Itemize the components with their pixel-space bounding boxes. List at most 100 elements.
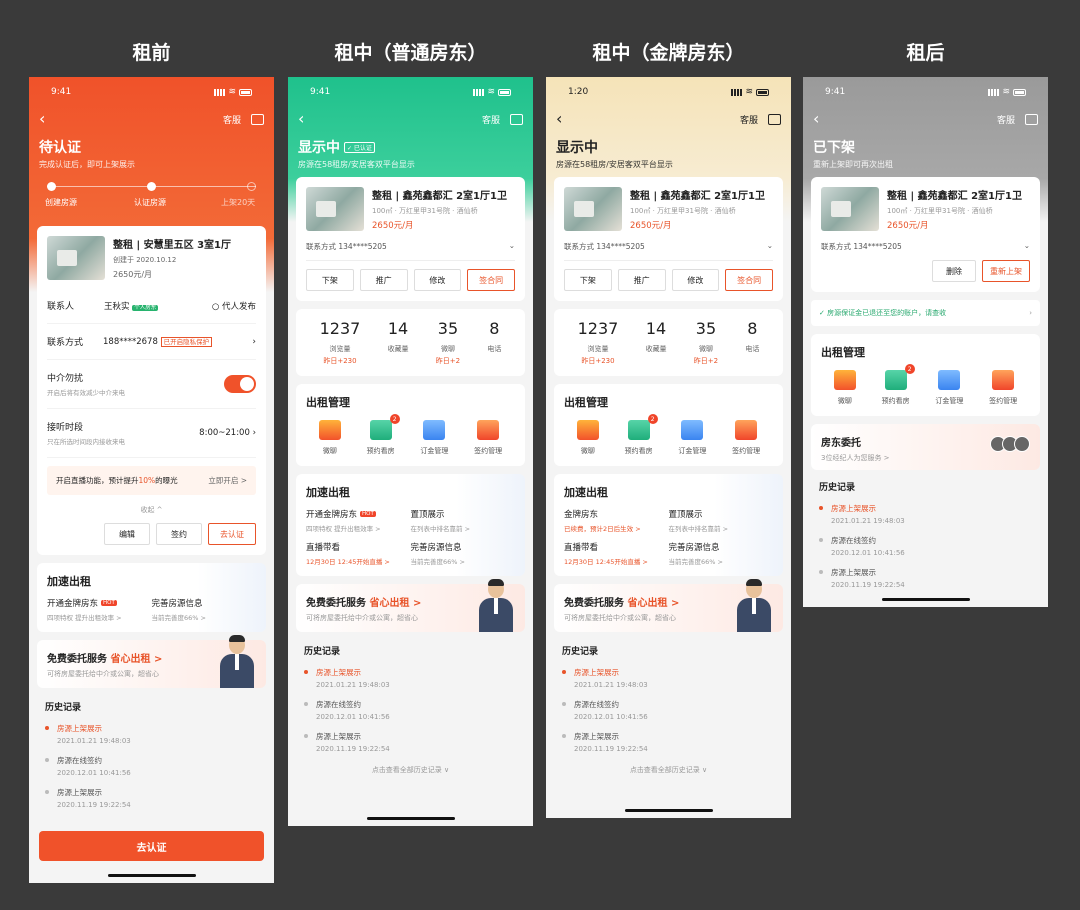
back-icon[interactable]: ‹ xyxy=(813,111,819,127)
listing-thumbnail[interactable] xyxy=(47,236,105,280)
complete-info-item[interactable]: 完善房源信息 当前完善度66% > xyxy=(669,541,774,566)
entrust-banner[interactable]: 免费委托服务 省心出租 > 可将房屋委托给中介或公寓，超省心 xyxy=(296,579,525,632)
live-tour-item[interactable]: 直播带看 12月30日 12:45开始直播 > xyxy=(306,541,411,566)
entrust-banner[interactable]: 免费委托服务 省心出租 > 可将房屋委托给中介或公寓，超省心 xyxy=(37,635,266,688)
relist-button[interactable]: 重新上架 xyxy=(982,260,1030,282)
complete-info-item[interactable]: 完善房源信息 当前完善度66% > xyxy=(411,541,516,566)
back-icon[interactable]: ‹ xyxy=(298,111,304,127)
viewing-entry[interactable]: 2 预约看房 xyxy=(367,414,400,456)
contact-row[interactable]: 联系方式 134****5205 ⌄ xyxy=(821,241,1030,252)
listing-title: 整租 | 鑫苑鑫都汇 2室1厅1卫 xyxy=(372,191,507,202)
contact-row[interactable]: 联系方式 134****5205 ⌄ xyxy=(306,241,515,261)
modify-button[interactable]: 修改 xyxy=(413,269,462,291)
history-item: 房源上架展示 2021.01.21 19:48:03 xyxy=(819,503,1032,525)
stat-favorites: 14 收藏量 xyxy=(387,319,409,353)
service-link[interactable]: 客服 xyxy=(740,113,758,126)
stat-views: 1237 浏览量 昨日+230 xyxy=(319,319,361,365)
message-icon[interactable] xyxy=(1025,113,1038,125)
deposit-entry[interactable]: 订金管理 xyxy=(935,370,963,406)
listing-thumbnail[interactable] xyxy=(564,187,622,231)
chat-entry[interactable]: 微聊 xyxy=(576,420,599,456)
history-item: 房源上架展示 2021.01.21 19:48:03 xyxy=(304,667,517,689)
back-icon[interactable]: ‹ xyxy=(556,111,562,127)
listing-card: 整租 | 安慧里五区 3室1厅 创建于 2020.10.12 2650元/月 联… xyxy=(37,226,266,555)
deposit-entry[interactable]: 订金管理 xyxy=(678,420,706,456)
proxy-option[interactable]: ○ 代人发布 xyxy=(212,300,256,312)
top-display-item[interactable]: 置顶展示 在列表中排名靠前 > xyxy=(411,508,516,533)
stat-chats: 35 微聊 昨日+2 xyxy=(693,319,719,365)
viewing-entry[interactable]: 2 预约看房 xyxy=(625,414,658,456)
chevron-down-icon: ⌄ xyxy=(508,241,515,250)
deposit-entry[interactable]: 订金管理 xyxy=(420,420,448,456)
contract-button[interactable]: 签合同 xyxy=(725,269,773,291)
service-link[interactable]: 客服 xyxy=(223,113,241,126)
gold-landlord-item[interactable]: 开通金牌房东 HOT 四项特权 提升出租效率 > xyxy=(47,597,152,622)
gold-landlord-item[interactable]: 金牌房东 已续费，预计2日后生效 > xyxy=(564,508,669,533)
live-tour-item[interactable]: 直播带看 12月30日 12:45开始直播 > xyxy=(564,541,669,566)
avatar xyxy=(1014,436,1030,452)
delete-button[interactable]: 删除 xyxy=(932,260,976,282)
wallet-icon xyxy=(938,370,961,390)
history-item: 房源上架展示 2020.11.19 19:22:54 xyxy=(562,731,775,753)
contact-row[interactable]: 联系方式 134****5205 ⌄ xyxy=(564,241,773,261)
stage-title-during-normal: 租中（普通房东） xyxy=(334,42,487,64)
wallet-icon xyxy=(681,420,704,440)
listing-thumbnail[interactable] xyxy=(821,187,879,231)
promote-button[interactable]: 推广 xyxy=(617,269,666,291)
landlord-entrust-banner[interactable]: 房东委托 3位经纪人为您服务 > xyxy=(811,424,1040,470)
promote-button[interactable]: 推广 xyxy=(359,269,408,291)
view-all-history-link[interactable]: 点击查看全部历史记录 ∨ xyxy=(562,765,775,775)
sign-button[interactable]: 签约 xyxy=(156,523,202,545)
verify-button[interactable]: 去认证 xyxy=(208,523,256,545)
history-section: 历史记录 房源上架展示 2021.01.21 19:48:03 房源在线签约 202… xyxy=(29,688,274,821)
complete-info-item[interactable]: 完善房源信息 当前完善度66% > xyxy=(152,597,257,622)
status-subtitle: 房源在58租房/安居客双平台显示 xyxy=(298,160,415,169)
collapse-link[interactable]: 收起 ^ xyxy=(47,505,256,515)
hot-badge: HOT xyxy=(360,511,376,517)
delist-button[interactable]: 下架 xyxy=(306,269,354,291)
message-icon[interactable] xyxy=(251,113,264,125)
bottom-verify-button[interactable]: 去认证 xyxy=(39,831,264,861)
signal-icon xyxy=(731,88,743,96)
contract-entry[interactable]: 签约管理 xyxy=(732,420,760,456)
message-icon[interactable] xyxy=(768,113,781,125)
edit-button[interactable]: 编辑 xyxy=(104,523,150,545)
back-icon[interactable]: ‹ xyxy=(39,111,45,127)
viewing-entry[interactable]: 2 预约看房 xyxy=(882,364,915,406)
agent-block-sub: 开启后将有效减少中介来电 xyxy=(47,389,125,397)
complete-info-label: 完善房源信息 xyxy=(151,599,203,609)
modify-button[interactable]: 修改 xyxy=(671,269,720,291)
open-live-link[interactable]: 立即开启 > xyxy=(208,475,247,486)
tip-text-end: 的曝光 xyxy=(155,476,178,485)
wifi-icon: ≋ xyxy=(1002,87,1010,97)
contract-entry[interactable]: 签约管理 xyxy=(474,420,502,456)
home-indicator xyxy=(624,809,713,812)
service-link[interactable]: 客服 xyxy=(482,113,500,126)
chat-entry[interactable]: 微聊 xyxy=(318,420,341,456)
hours-row[interactable]: 接听时段 只在所选时间段内接收来电 8:00~21:00 › xyxy=(47,409,256,458)
top-display-item[interactable]: 置顶展示 在列表中排名靠前 > xyxy=(669,508,774,533)
gold-landlord-item[interactable]: 开通金牌房东 HOT 四项特权 提升出租效率 > xyxy=(306,508,411,533)
service-link[interactable]: 客服 xyxy=(997,113,1015,126)
entrust-banner[interactable]: 免费委托服务 省心出租 > 可将房屋委托给中介或公寓，超省心 xyxy=(554,579,783,632)
rental-mgmt-title: 出租管理 xyxy=(306,396,350,409)
status-time: 9:41 xyxy=(310,87,331,97)
contact-name: 王秋实 xyxy=(104,301,130,312)
stat-favorites: 14 收藏量 xyxy=(645,319,667,353)
step-label-2: 认证房源 xyxy=(134,198,166,207)
created-date: 创建于 2020.10.12 xyxy=(113,256,177,264)
contract-button[interactable]: 签合同 xyxy=(467,269,515,291)
delist-button[interactable]: 下架 xyxy=(564,269,612,291)
complete-info-sub: 当前完善度66% > xyxy=(151,614,206,622)
chat-entry[interactable]: 微聊 xyxy=(833,370,856,406)
phone-row[interactable]: 联系方式 188****2678 已开启隐私保护 › xyxy=(47,324,256,360)
contract-entry[interactable]: 签约管理 xyxy=(989,370,1017,406)
message-icon[interactable] xyxy=(510,113,523,125)
listing-thumbnail[interactable] xyxy=(306,187,364,231)
status-bar: 9:41 ≋ xyxy=(298,77,523,107)
deposit-notice[interactable]: ✓ 房源保证金已退还至您的账户，请查收 › xyxy=(811,300,1040,326)
view-all-history-link[interactable]: 点击查看全部历史记录 ∨ xyxy=(304,765,517,775)
listing-title: 整租 | 安慧里五区 3室1厅 xyxy=(113,240,232,251)
agent-block-toggle[interactable] xyxy=(224,375,256,393)
status-bar: 1:20 ≋ xyxy=(556,77,781,107)
